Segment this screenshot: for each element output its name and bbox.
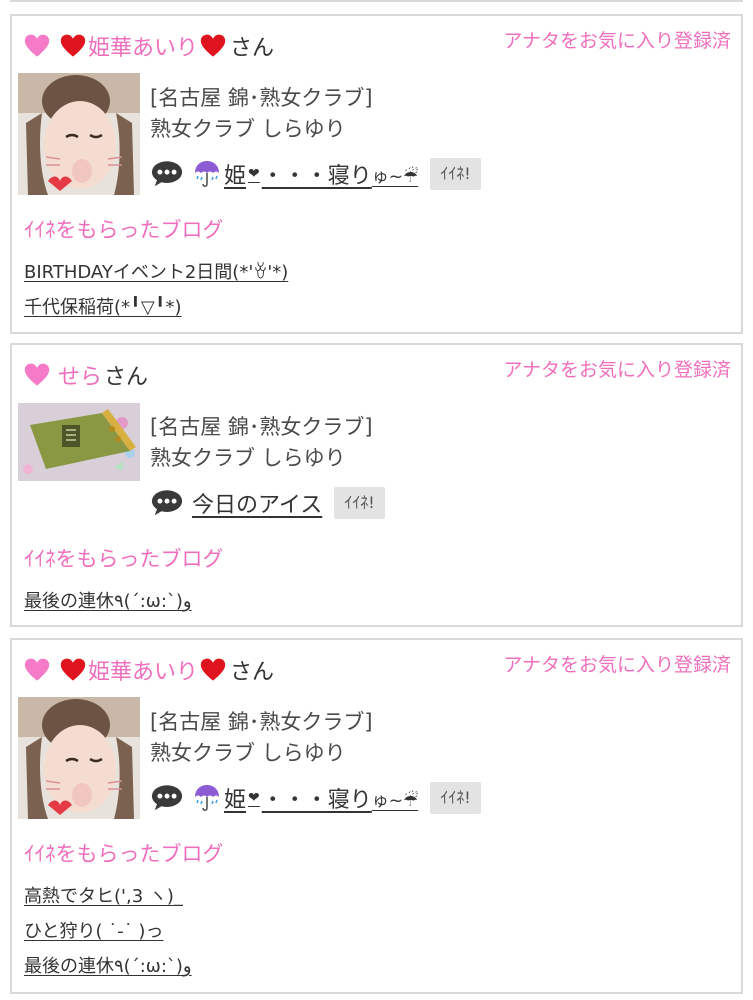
honorific: さん — [230, 36, 275, 61]
favorite-status: アナタをお気に入り登録済 — [503, 30, 731, 52]
shop-name[interactable]: 熟女クラブ しらゆり — [150, 113, 346, 143]
iine-button[interactable]: ｲｲﾈ! — [430, 782, 481, 814]
speech-bubble-icon — [150, 488, 184, 518]
pink-heart-icon — [24, 657, 50, 683]
liked-blog-link[interactable]: 高熱でタヒ(',3 ヽ)_ — [24, 882, 183, 908]
red-heart-icon — [60, 657, 86, 683]
latest-post-row: 姫 ❤ ・・・寝り ゅ~☔ ｲｲﾈ! — [150, 781, 481, 815]
post-title-suffix: ゅ~☔ — [371, 166, 419, 187]
user-name: せら — [58, 365, 103, 390]
speech-bubble-icon — [150, 159, 184, 189]
post-title-suffix: ゅ~☔ — [371, 790, 419, 811]
liked-blog-link[interactable]: 千代保稲荷(*╹▽╹*) — [24, 293, 182, 319]
post-title-prefix: 姫 — [224, 164, 247, 189]
user-thumbnail[interactable] — [18, 403, 140, 481]
red-heart-icon — [200, 33, 226, 59]
favorite-status: アナタをお気に入り登録済 — [503, 654, 731, 676]
user-thumbnail[interactable] — [18, 73, 140, 195]
user-thumbnail[interactable] — [18, 697, 140, 819]
liked-blogs-heading: ｲｲﾈをもらったブログ — [24, 547, 224, 571]
previous-card-edge — [10, 0, 743, 2]
liked-blogs-heading: ｲｲﾈをもらったブログ — [24, 842, 224, 866]
post-title-link[interactable]: 姫 ❤ ・・・寝り ゅ~☔ — [192, 782, 418, 814]
pink-heart-icon — [24, 33, 50, 59]
post-title-mid: ・・・寝り — [261, 164, 372, 189]
red-heart-icon — [60, 33, 86, 59]
user-name: 姫華あいり — [88, 660, 199, 685]
post-title-prefix: 姫 — [224, 788, 247, 813]
latest-post-row: 姫 ❤ ・・・寝り ゅ~☔ ｲｲﾈ! — [150, 157, 481, 191]
honorific: さん — [230, 660, 275, 685]
favorite-user-card: 姫華あいり さん アナタをお気に入り登録済 [名古屋 錦･熟女クラブ] 熟女クラ… — [10, 638, 743, 994]
pink-heart-icon — [24, 362, 50, 388]
post-title-mid: ・・・寝り — [261, 788, 372, 813]
favorite-user-card: せら さん アナタをお気に入り登録済 [名古屋 錦･熟女クラブ] 熟女クラブ し… — [10, 343, 743, 627]
post-title-link[interactable]: 姫 ❤ ・・・寝り ゅ~☔ — [192, 158, 418, 190]
user-name-link[interactable]: 姫華あいり — [58, 30, 228, 62]
speech-bubble-icon — [150, 783, 184, 813]
liked-blog-link[interactable]: ひと狩り( ˙-˙ )っ — [24, 917, 163, 943]
iine-button[interactable]: ｲｲﾈ! — [334, 487, 385, 519]
iine-button[interactable]: ｲｲﾈ! — [430, 158, 481, 190]
user-name: 姫華あいり — [88, 36, 199, 61]
shop-area: [名古屋 錦･熟女クラブ] — [150, 710, 373, 734]
shop-area: [名古屋 錦･熟女クラブ] — [150, 86, 373, 110]
liked-blog-link[interactable]: 最後の連休٩(´:ω:`)و — [24, 587, 192, 613]
shop-name[interactable]: 熟女クラブ しらゆり — [150, 442, 346, 472]
heart-icon: ❤ — [248, 790, 260, 806]
shop-area: [名古屋 錦･熟女クラブ] — [150, 415, 373, 439]
latest-post-row: 今日のアイス ｲｲﾈ! — [150, 486, 385, 520]
umbrella-rain-icon — [192, 783, 222, 813]
red-heart-icon — [200, 657, 226, 683]
user-name-link[interactable]: せら — [58, 359, 102, 391]
shop-name[interactable]: 熟女クラブ しらゆり — [150, 737, 346, 767]
favorite-user-card: 姫華あいり さん アナタをお気に入り登録済 [名古屋 錦･熟女クラブ] 熟女クラ… — [10, 14, 743, 334]
liked-blog-link[interactable]: 最後の連休٩(´:ω:`)و — [24, 952, 192, 978]
heart-icon: ❤ — [248, 166, 260, 182]
honorific: さん — [104, 365, 149, 390]
user-name-link[interactable]: 姫華あいり — [58, 654, 228, 686]
umbrella-rain-icon — [192, 159, 222, 189]
liked-blog-link[interactable]: BIRTHDAYイベント2日間(*'ꈊ'*) — [24, 258, 288, 284]
favorite-status: アナタをお気に入り登録済 — [503, 359, 731, 381]
liked-blogs-heading: ｲｲﾈをもらったブログ — [24, 218, 224, 242]
post-title-link[interactable]: 今日のアイス — [192, 487, 322, 519]
